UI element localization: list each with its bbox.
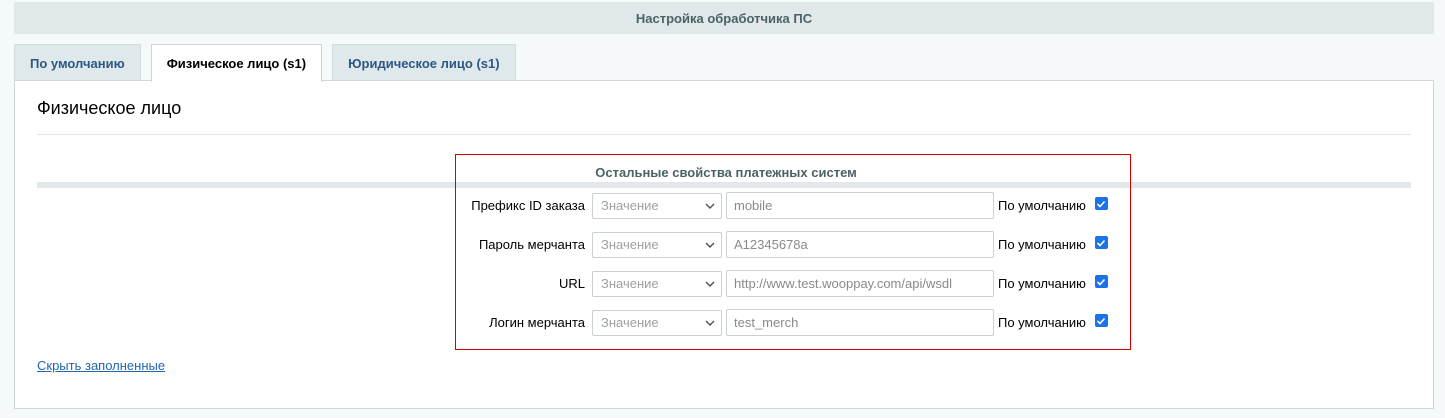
tab-panel: Физическое лицо Остальные свойства плате… [14,80,1434,409]
chevron-down-icon [705,241,715,248]
panel-title: Физическое лицо [37,98,182,118]
value-type-select[interactable]: Значение [592,192,722,219]
property-row-merchant-password: Пароль мерчанта Значение A12345678a По у… [456,231,1108,258]
divider [37,134,1411,135]
tab-default[interactable]: По умолчанию [14,44,141,81]
default-checkbox[interactable] [1094,275,1108,288]
properties-group: Остальные свойства платежных систем Преф… [455,154,1131,350]
checkmark-icon [1097,278,1106,286]
default-checkbox[interactable] [1094,197,1108,210]
select-value: Значение [601,315,659,330]
select-value: Значение [601,198,659,213]
select-value: Значение [601,237,659,252]
property-label: Логин мерчанта [489,315,585,330]
group-title: Остальные свойства платежных систем [595,165,857,180]
default-checkbox[interactable] [1094,236,1108,249]
property-label: Пароль мерчанта [478,237,585,252]
chevron-down-icon [705,202,715,209]
property-row-order-prefix: Префикс ID заказа Значение mobile По умо… [456,192,1108,219]
default-label: По умолчанию [998,198,1086,213]
section-header: Настройка обработчика ПС [14,2,1434,34]
value-type-select[interactable]: Значение [592,309,722,336]
default-label: По умолчанию [998,315,1086,330]
tab-legal-entity[interactable]: Юридическое лицо (s1) [332,44,516,81]
default-checkbox[interactable] [1094,314,1108,327]
chevron-down-icon [705,280,715,287]
default-label: По умолчанию [998,237,1086,252]
value-type-select[interactable]: Значение [592,231,722,258]
value-type-select[interactable]: Значение [592,270,722,297]
property-row-url: URL Значение http://www.test.wooppay.com… [456,270,1108,297]
checkmark-icon [1097,200,1106,208]
default-label: По умолчанию [998,276,1086,291]
chevron-down-icon [705,319,715,326]
checkmark-icon [1097,239,1106,247]
tab-bar: По умолчанию Физическое лицо (s1) Юридич… [14,44,516,82]
tab-individual[interactable]: Физическое лицо (s1) [150,44,323,82]
hide-filled-link[interactable]: Скрыть заполненные [37,358,165,373]
property-label: URL [558,276,585,291]
property-value-input[interactable]: http://www.test.wooppay.com/api/wsdl [726,270,994,297]
select-value: Значение [601,276,659,291]
property-value-input[interactable]: test_merch [726,309,994,336]
property-value-input[interactable]: mobile [726,192,994,219]
property-row-merchant-login: Логин мерчанта Значение test_merch По ум… [456,309,1108,336]
property-value-input[interactable]: A12345678a [726,231,994,258]
property-label: Префикс ID заказа [471,198,585,213]
checkmark-icon [1097,317,1106,325]
